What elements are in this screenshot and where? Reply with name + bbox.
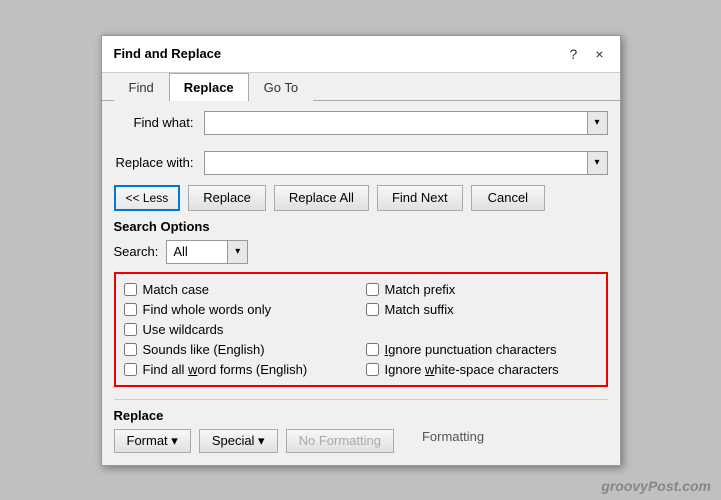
find-what-dropdown[interactable]: ▾ (587, 112, 607, 134)
dialog-title: Find and Replace (114, 46, 222, 61)
replace-section-label: Replace (114, 408, 608, 423)
no-formatting-button[interactable]: No Formatting (286, 429, 394, 453)
replace-all-button[interactable]: Replace All (274, 185, 369, 211)
replace-buttons-row: Format ▾ Special ▾ No Formatting Formatt… (114, 429, 608, 453)
find-replace-dialog: Find and Replace ? × Find Replace Go To … (101, 35, 621, 466)
replace-with-label: Replace with: (114, 155, 204, 170)
cancel-button[interactable]: Cancel (471, 185, 545, 211)
search-label: Search: (114, 244, 159, 259)
find-all-word-forms-checkbox[interactable] (124, 363, 137, 376)
ignore-punctuation-label: Ignore punctuation characters (385, 342, 557, 357)
ignore-punctuation-row: Ignore punctuation characters (366, 342, 598, 357)
match-prefix-label: Match prefix (385, 282, 456, 297)
find-next-button[interactable]: Find Next (377, 185, 463, 211)
tab-bar: Find Replace Go To (102, 73, 620, 101)
use-wildcards-label: Use wildcards (143, 322, 224, 337)
match-prefix-checkbox[interactable] (366, 283, 379, 296)
replace-button[interactable]: Replace (188, 185, 266, 211)
ignore-whitespace-row: Ignore white-space characters (366, 362, 598, 377)
ignore-whitespace-checkbox[interactable] (366, 363, 379, 376)
find-all-word-forms-label: Find all word forms (English) (143, 362, 308, 377)
use-wildcards-checkbox[interactable] (124, 323, 137, 336)
tab-find[interactable]: Find (114, 73, 169, 101)
tab-goto[interactable]: Go To (249, 73, 313, 101)
search-row: Search: All Up Down ▾ (114, 240, 608, 264)
match-case-row: Match case (124, 282, 356, 297)
options-grid: Match case Match prefix Find whole words… (124, 282, 598, 377)
empty-col2-row (366, 322, 598, 337)
formatting-label: Formatting (422, 429, 484, 453)
format-button[interactable]: Format ▾ (114, 429, 191, 453)
close-button[interactable]: × (591, 44, 607, 64)
find-what-input[interactable] (205, 112, 587, 134)
replace-section: Replace Format ▾ Special ▾ No Formatting… (114, 399, 608, 453)
ignore-punctuation-checkbox[interactable] (366, 343, 379, 356)
dialog-content: Find what: ▾ Replace with: ▾ << Less Rep… (102, 101, 620, 465)
action-buttons-row: << Less Replace Replace All Find Next Ca… (114, 185, 608, 211)
find-all-word-forms-row: Find all word forms (English) (124, 362, 356, 377)
use-wildcards-row: Use wildcards (124, 322, 356, 337)
sounds-like-label: Sounds like (English) (143, 342, 265, 357)
match-suffix-row: Match suffix (366, 302, 598, 317)
search-dropdown-btn[interactable]: ▾ (227, 241, 247, 263)
find-what-input-wrap: ▾ (204, 111, 608, 135)
search-options-label: Search Options (114, 219, 608, 234)
less-button[interactable]: << Less (114, 185, 181, 211)
search-select[interactable]: All Up Down (167, 241, 227, 263)
replace-with-dropdown[interactable]: ▾ (587, 152, 607, 174)
match-suffix-label: Match suffix (385, 302, 454, 317)
title-bar-actions: ? × (566, 44, 608, 64)
watermark: groovyPost.com (601, 478, 711, 494)
title-bar: Find and Replace ? × (102, 36, 620, 73)
ignore-whitespace-label: Ignore white-space characters (385, 362, 559, 377)
match-prefix-row: Match prefix (366, 282, 598, 297)
find-whole-words-label: Find whole words only (143, 302, 272, 317)
sounds-like-checkbox[interactable] (124, 343, 137, 356)
tab-replace[interactable]: Replace (169, 73, 249, 101)
replace-with-row: Replace with: ▾ (114, 151, 608, 175)
replace-with-input[interactable] (205, 152, 587, 174)
match-case-checkbox[interactable] (124, 283, 137, 296)
match-suffix-checkbox[interactable] (366, 303, 379, 316)
match-case-label: Match case (143, 282, 209, 297)
replace-with-input-wrap: ▾ (204, 151, 608, 175)
search-options-box: Match case Match prefix Find whole words… (114, 272, 608, 387)
find-what-label: Find what: (114, 115, 204, 130)
find-whole-words-checkbox[interactable] (124, 303, 137, 316)
find-whole-words-row: Find whole words only (124, 302, 356, 317)
search-select-wrap: All Up Down ▾ (166, 240, 248, 264)
sounds-like-row: Sounds like (English) (124, 342, 356, 357)
help-button[interactable]: ? (566, 44, 582, 64)
special-button[interactable]: Special ▾ (199, 429, 278, 453)
find-what-row: Find what: ▾ (114, 111, 608, 135)
